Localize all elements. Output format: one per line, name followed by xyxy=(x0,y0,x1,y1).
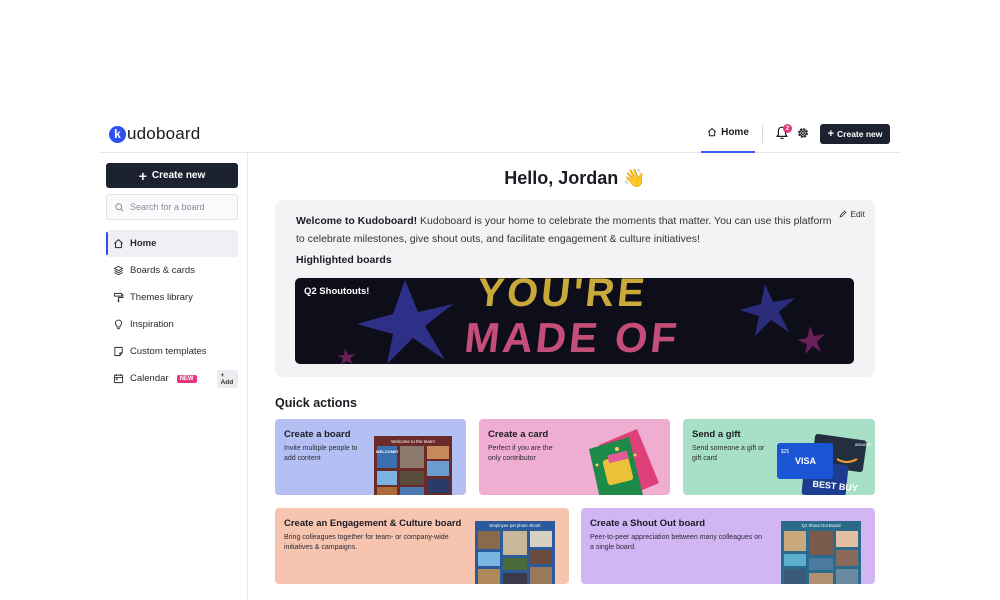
layers-icon xyxy=(113,265,124,276)
quick-action-title: Create a card xyxy=(488,429,549,440)
sidebar-item-calendar[interactable]: Calendar NEW + Add xyxy=(106,365,238,392)
quick-action-description-line: add content xyxy=(284,455,321,462)
quick-action-description: Invite multiple people to add content xyxy=(284,444,358,464)
quick-action-shout-out-board[interactable]: Create a Shout Out board Peer-to-peer ap… xyxy=(581,508,875,584)
header-create-new-button[interactable]: + Create new xyxy=(820,124,890,144)
edit-label: Edit xyxy=(850,209,865,219)
greeting-card-image xyxy=(589,429,659,495)
sidebar-item-label: Calendar xyxy=(130,373,169,384)
quick-action-description-line: gift card xyxy=(692,455,717,462)
sidebar-item-custom-templates[interactable]: Custom templates xyxy=(106,338,238,365)
quick-action-description-line: a single board. xyxy=(590,544,636,551)
nav-home-label: Home xyxy=(721,126,749,138)
welcome-text: Welcome to Kudoboard! Kudoboard is your … xyxy=(296,213,836,248)
sidebar-item-inspiration[interactable]: Inspiration xyxy=(106,311,238,338)
quick-action-description-line: Perfect if you are the xyxy=(488,445,553,452)
logo-text: udoboard xyxy=(127,124,201,143)
quick-action-title: Send a gift xyxy=(692,429,741,440)
sidebar-item-boards-cards[interactable]: Boards & cards xyxy=(106,257,238,284)
sidebar-nav: Home Boards & cards Themes library Inspi… xyxy=(106,230,238,392)
nav-home-tab[interactable]: Home xyxy=(701,113,755,153)
quick-action-description: Peer-to-peer appreciation between many c… xyxy=(590,533,762,553)
top-header: k udoboard Home 2 + Create new xyxy=(100,113,900,153)
quick-action-description-line: initiatives & campaigns. xyxy=(284,544,358,551)
board-preview-image: Employee pet photo shoot! xyxy=(475,521,555,584)
highlighted-board-banner[interactable]: Q2 Shoutouts! YOU'RE MADE OF xyxy=(295,278,854,364)
sidebar-item-label: Custom templates xyxy=(130,346,207,357)
lightbulb-icon xyxy=(114,319,123,330)
quick-action-description-line: only contributor xyxy=(488,455,536,462)
plus-icon: + xyxy=(827,128,835,140)
calendar-add-button[interactable]: + Add xyxy=(216,369,238,388)
search-input[interactable] xyxy=(130,202,230,212)
quick-actions-heading: Quick actions xyxy=(275,396,357,410)
template-icon xyxy=(114,346,123,357)
home-icon xyxy=(114,239,123,249)
banner-art-line-2: MADE OF xyxy=(462,314,682,361)
sidebar-item-label: Themes library xyxy=(130,292,193,303)
board-preview-image: Welcome to the team! WELCOME! xyxy=(374,436,452,495)
visa-card-label: VISA xyxy=(795,456,817,466)
header-divider xyxy=(762,125,763,143)
banner-board-title: Q2 Shoutouts! xyxy=(304,286,370,297)
search-box xyxy=(106,194,238,220)
sidebar-create-new-label: Create new xyxy=(151,170,206,181)
sidebar-create-new-button[interactable]: + Create new xyxy=(106,163,238,188)
sidebar-item-home[interactable]: Home xyxy=(106,230,238,257)
banner-art-line-1: YOU'RE xyxy=(475,278,649,315)
quick-action-send-gift[interactable]: Send a gift Send someone a gift or gift … xyxy=(683,419,875,495)
plus-icon: + xyxy=(138,167,147,184)
quick-action-create-card[interactable]: Create a card Perfect if you are the onl… xyxy=(479,419,670,495)
quick-action-engagement-culture-board[interactable]: Create an Engagement & Culture board Bri… xyxy=(275,508,569,584)
board-preview-caption: Q1 Shout Out Board xyxy=(802,523,842,528)
gift-card-amount: $25 xyxy=(781,449,790,455)
sidebar-item-label: Home xyxy=(130,238,157,249)
quick-action-title: Create an Engagement & Culture board xyxy=(284,518,462,529)
quick-action-description-line: Bring colleagues together for team- or c… xyxy=(284,534,449,541)
sidebar: + Create new Home Boards & cards Themes … xyxy=(100,153,248,600)
edit-welcome-button[interactable]: Edit xyxy=(839,209,865,219)
search-icon xyxy=(115,202,124,211)
welcome-intro-bold: Welcome to Kudoboard! xyxy=(296,215,418,227)
board-preview-caption: Welcome to the team! xyxy=(391,439,435,444)
greeting-title: Hello, Jordan 👋 xyxy=(504,168,646,188)
logo-mark: k xyxy=(109,125,126,143)
quick-action-description-line: Send someone a gift or xyxy=(692,445,765,452)
quick-action-description: Send someone a gift or gift card xyxy=(692,444,764,464)
gift-cards-image: amazon BEST BUY $25 VISA xyxy=(777,433,872,495)
paint-roller-icon xyxy=(113,292,124,303)
amazon-card-label: amazon xyxy=(855,442,872,447)
quick-action-description: Bring colleagues together for team- or c… xyxy=(284,533,449,553)
quick-action-title: Create a board xyxy=(284,429,351,440)
highlighted-boards-heading: Highlighted boards xyxy=(296,254,392,266)
calendar-icon xyxy=(113,374,124,384)
quick-action-description: Perfect if you are the only contributor xyxy=(488,444,553,464)
header-create-new-label: Create new xyxy=(837,129,883,139)
quick-action-create-board[interactable]: Create a board Invite multiple people to… xyxy=(275,419,466,495)
welcome-panel: Edit Welcome to Kudoboard! Kudoboard is … xyxy=(275,200,875,377)
kudoboard-logo[interactable]: k udoboard xyxy=(109,124,200,144)
board-preview-caption: Employee pet photo shoot! xyxy=(489,523,540,528)
pencil-icon xyxy=(840,210,847,218)
board-preview-image: Q1 Shout Out Board xyxy=(781,521,861,584)
new-badge: NEW xyxy=(176,374,197,383)
board-preview-badge: WELCOME! xyxy=(376,449,398,454)
quick-action-description-line: Peer-to-peer appreciation between many c… xyxy=(590,534,762,541)
quick-action-description-line: Invite multiple people to xyxy=(284,445,358,452)
home-icon xyxy=(708,128,717,137)
sidebar-item-label: Boards & cards xyxy=(130,265,195,276)
sidebar-item-label: Inspiration xyxy=(130,319,174,330)
banner-artwork: YOU'RE MADE OF xyxy=(337,278,825,364)
gear-icon[interactable] xyxy=(796,126,810,140)
notification-count-badge: 2 xyxy=(783,124,792,133)
sidebar-item-themes-library[interactable]: Themes library xyxy=(106,284,238,311)
quick-action-title: Create a Shout Out board xyxy=(590,518,706,529)
